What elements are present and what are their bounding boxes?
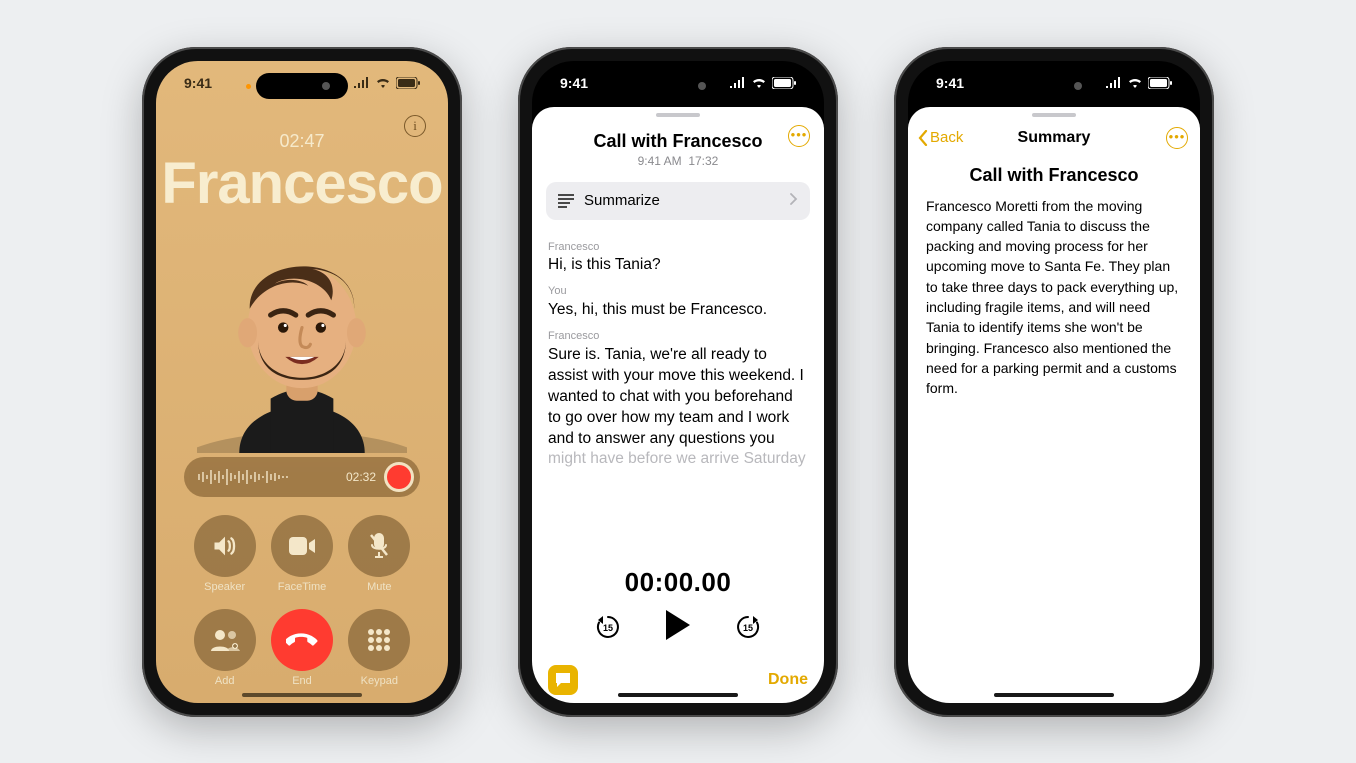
utterance: Yes, hi, this must be Francesco.: [548, 300, 808, 321]
back-button[interactable]: Back: [918, 129, 963, 146]
sheet-grabber[interactable]: [656, 113, 700, 117]
home-indicator[interactable]: [618, 693, 738, 697]
speaker-label: Francesco: [548, 240, 808, 255]
utterance: Sure is. Tania, we're all ready to assis…: [548, 345, 808, 471]
skip-forward-button[interactable]: 15: [733, 612, 763, 642]
transcript-body[interactable]: Francesco Hi, is this Tania? You Yes, hi…: [532, 220, 824, 561]
wifi-icon: [375, 77, 391, 88]
status-time: 9:41: [936, 75, 964, 91]
home-indicator[interactable]: [994, 693, 1114, 697]
record-button[interactable]: [384, 462, 414, 492]
skip-back-button[interactable]: 15: [593, 612, 623, 642]
dynamic-island: [632, 73, 724, 99]
utterance: Hi, is this Tania?: [548, 255, 808, 276]
svg-text:15: 15: [603, 623, 613, 633]
recording-time: 02:32: [346, 470, 376, 484]
end-call-button[interactable]: [271, 609, 333, 671]
waveform-icon: [196, 468, 338, 486]
status-time: 9:41: [560, 75, 588, 91]
battery-icon: [1148, 77, 1172, 89]
transcript-chat-button[interactable]: [548, 665, 578, 695]
wifi-icon: [1127, 77, 1143, 88]
status-time: 9:41: [184, 75, 212, 91]
speaker-label: Speaker: [204, 581, 245, 593]
call-duration: 02:47: [156, 131, 448, 152]
facetime-button[interactable]: [271, 515, 333, 577]
summary-body: Francesco Moretti from the moving compan…: [908, 186, 1200, 409]
speaker-label: Francesco: [548, 329, 808, 344]
battery-icon: [772, 77, 796, 89]
summary-title: Call with Francesco: [908, 165, 1200, 186]
summarize-icon: [558, 194, 574, 208]
keypad-button[interactable]: [348, 609, 410, 671]
more-button[interactable]: •••: [1166, 127, 1188, 149]
wifi-icon: [751, 77, 767, 88]
cell-signal-icon: [353, 77, 370, 88]
more-button[interactable]: •••: [788, 125, 810, 147]
done-button[interactable]: Done: [768, 671, 808, 689]
chevron-left-icon: [918, 130, 928, 146]
dynamic-island: [1008, 73, 1100, 99]
nav-title: Summary: [1018, 129, 1091, 147]
chevron-right-icon: [790, 192, 798, 209]
end-label: End: [292, 675, 312, 687]
back-label: Back: [930, 129, 963, 146]
phone-summary: 9:41 Back Summary ••• Call with Francesc…: [894, 47, 1214, 717]
facetime-label: FaceTime: [278, 581, 327, 593]
summarize-button[interactable]: Summarize: [546, 182, 810, 220]
dynamic-island: [256, 73, 348, 99]
contact-avatar: [156, 223, 448, 453]
battery-icon: [396, 77, 420, 89]
svg-text:15: 15: [743, 623, 753, 633]
add-label: Add: [215, 675, 235, 687]
caller-name: Francesco: [156, 150, 448, 217]
add-button[interactable]: [194, 609, 256, 671]
cell-signal-icon: [1105, 77, 1122, 88]
summarize-label: Summarize: [584, 192, 660, 209]
info-button[interactable]: i: [404, 115, 426, 137]
keypad-label: Keypad: [361, 675, 398, 687]
phone-transcript: 9:41 ••• Call with Francesco 9:41 AM 17:…: [518, 47, 838, 717]
recording-pill[interactable]: 02:32: [184, 457, 420, 497]
transcript-subtitle: 9:41 AM 17:32: [532, 154, 824, 168]
speaker-label: You: [548, 284, 808, 299]
speaker-button[interactable]: [194, 515, 256, 577]
transcript-title: Call with Francesco: [532, 131, 824, 152]
playback-time: 00:00.00: [532, 567, 824, 598]
sheet-grabber[interactable]: [1032, 113, 1076, 117]
mute-button[interactable]: [348, 515, 410, 577]
phone-call: 9:41 i 02:47 Francesco: [142, 47, 462, 717]
play-button[interactable]: [663, 608, 693, 647]
mute-label: Mute: [367, 581, 391, 593]
home-indicator[interactable]: [242, 693, 362, 697]
cell-signal-icon: [729, 77, 746, 88]
